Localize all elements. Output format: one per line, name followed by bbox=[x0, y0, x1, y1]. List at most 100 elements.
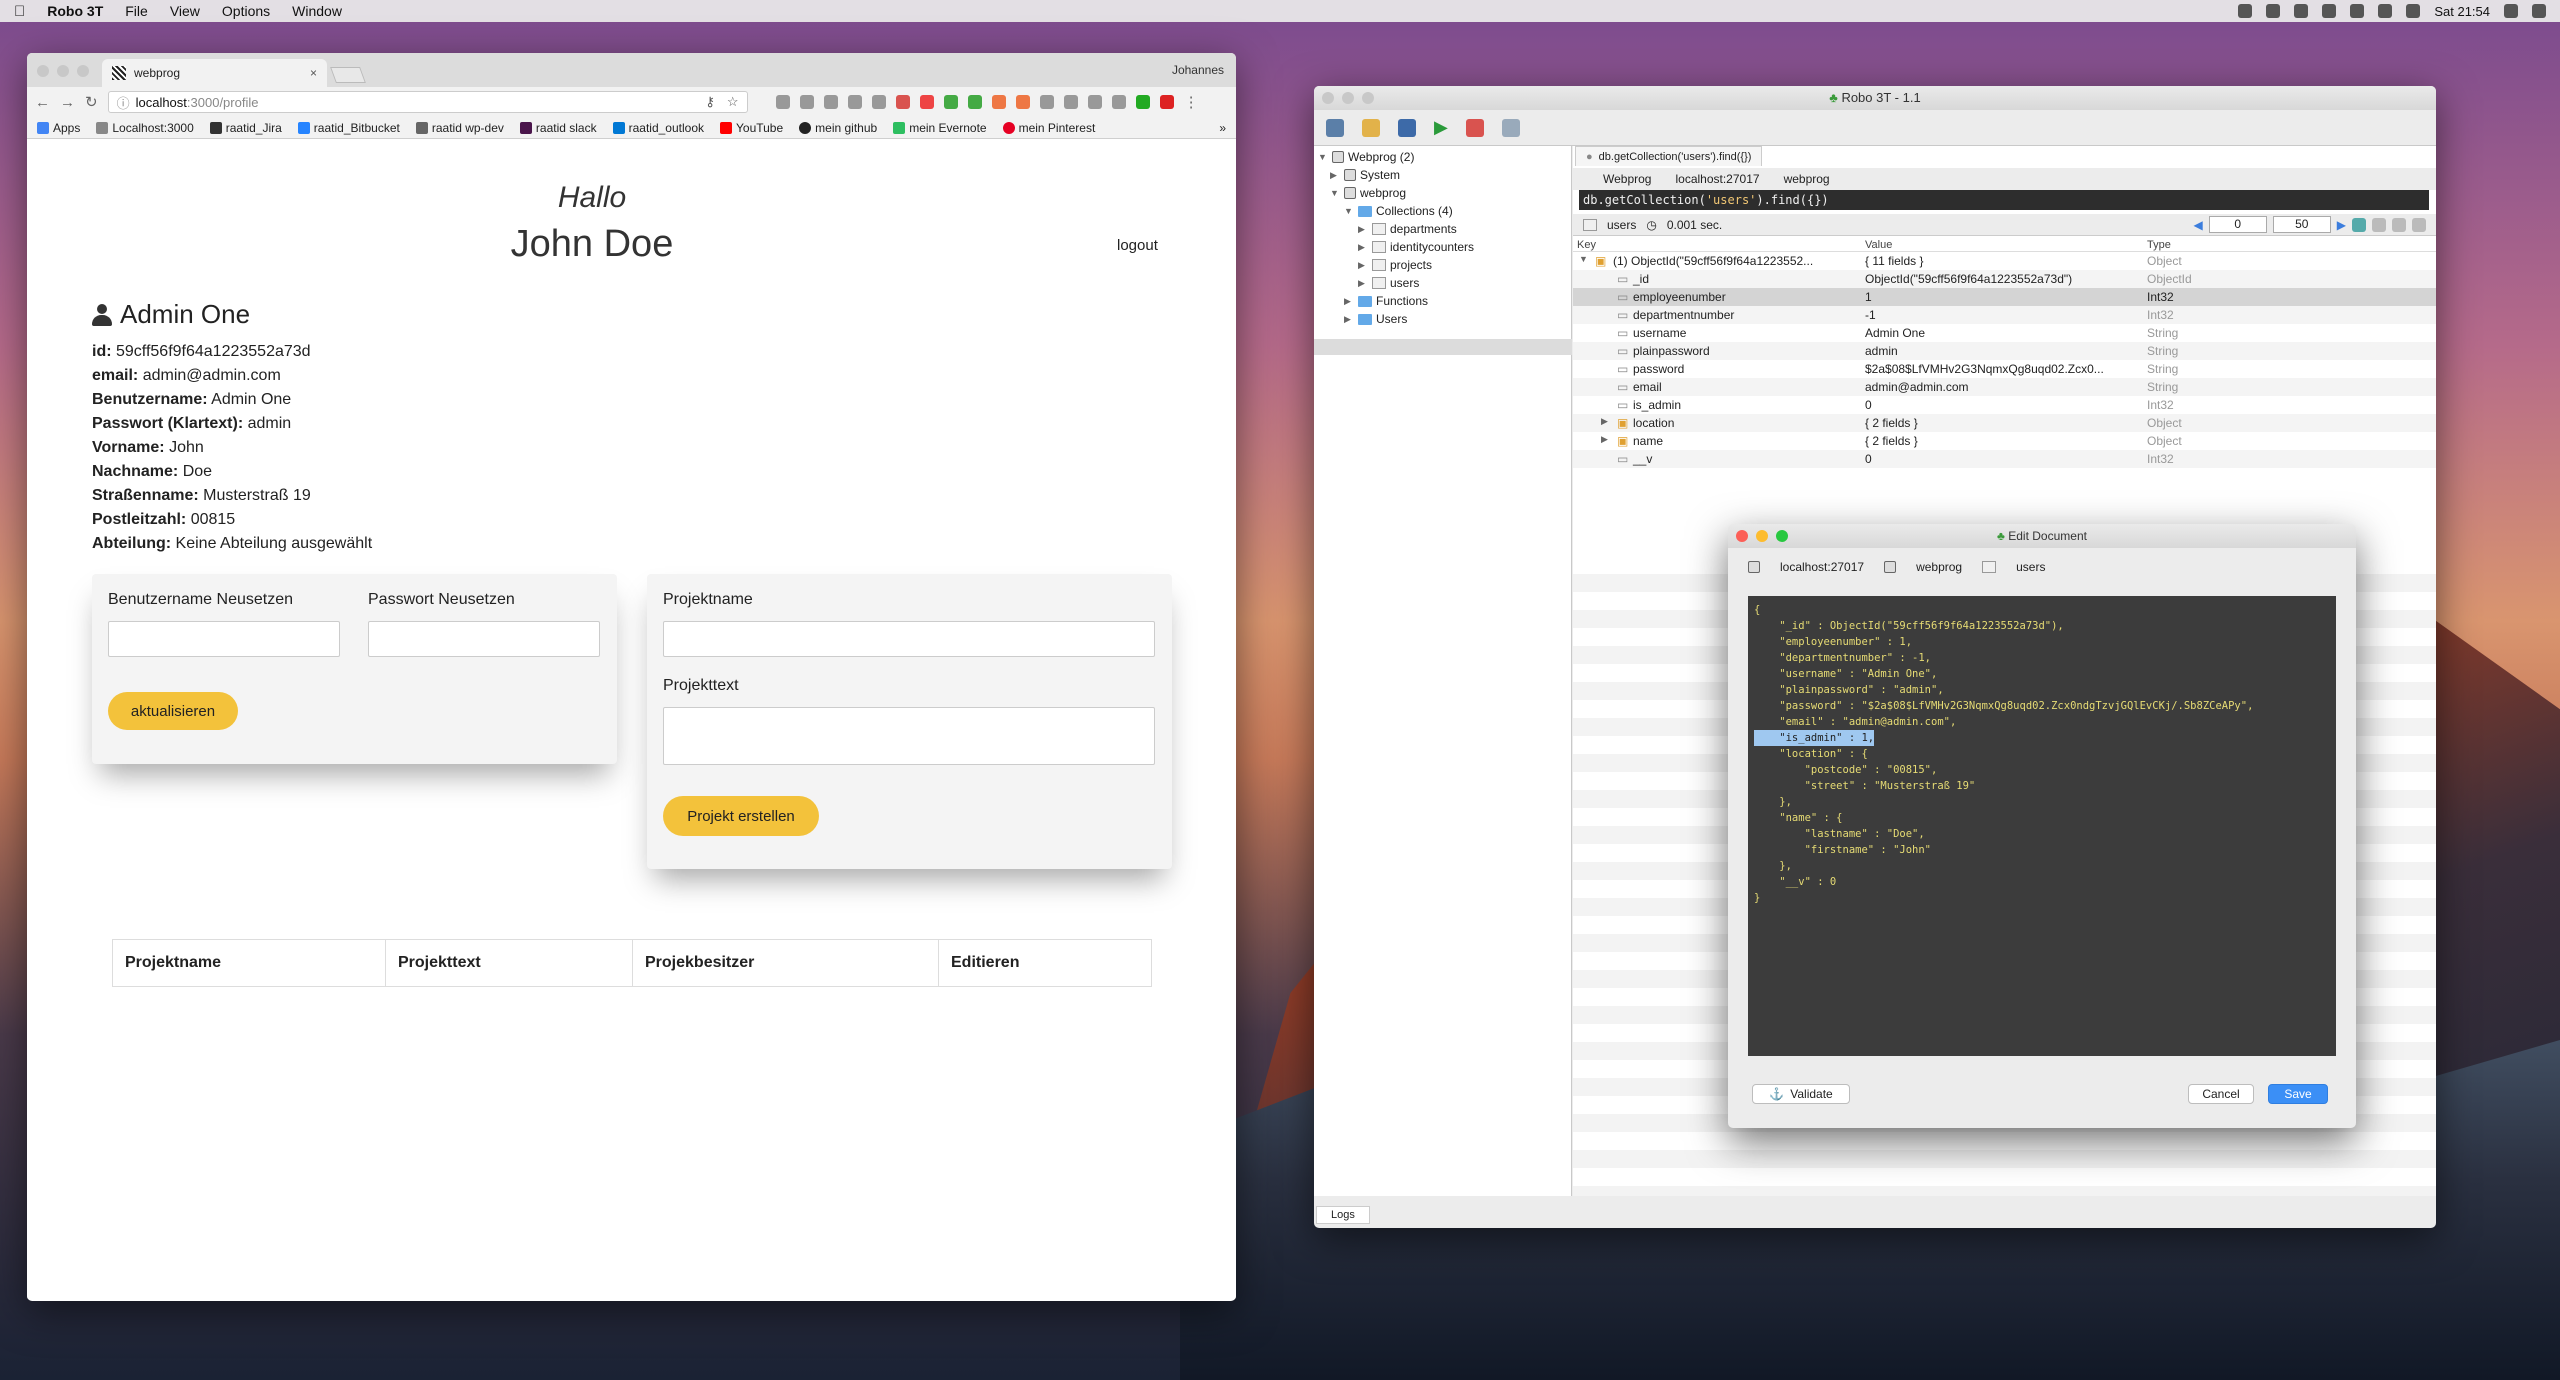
tray-cloud-icon[interactable] bbox=[2322, 4, 2337, 18]
expand-arrow-icon[interactable]: ▶ bbox=[1344, 314, 1354, 325]
extension-icon[interactable] bbox=[799, 95, 814, 109]
tree-view-icon[interactable] bbox=[2352, 217, 2366, 232]
table-row[interactable]: ▭ employeenumber 1 Int32 bbox=[1573, 288, 2436, 306]
new-tab-button[interactable] bbox=[330, 67, 366, 83]
bookmark-youtube[interactable]: YouTube bbox=[720, 121, 783, 135]
tree-collection-departments[interactable]: ▶ departments bbox=[1358, 222, 1457, 236]
extension-icon[interactable] bbox=[895, 95, 910, 109]
execute-icon[interactable]: ▶ bbox=[1434, 117, 1448, 138]
tree-system[interactable]: ▶ System bbox=[1330, 168, 1400, 182]
extension-icon[interactable] bbox=[1135, 95, 1150, 109]
table-row[interactable]: ▶ ▣ location { 2 fields } Object bbox=[1573, 414, 2436, 432]
table-row[interactable]: ▭ password $2a$08$LfVMHv2G3NqmxQg8uqd02.Zc… bbox=[1573, 360, 2436, 378]
extension-icon[interactable] bbox=[919, 95, 934, 109]
expand-arrow-icon[interactable]: ▶ bbox=[1601, 416, 1608, 427]
table-row[interactable]: ▭ departmentnumber -1 Int32 bbox=[1573, 306, 2436, 324]
extension-icon[interactable] bbox=[967, 95, 982, 109]
query-editor[interactable]: db.getCollection('users').find({}) bbox=[1579, 190, 2429, 210]
forward-arrow-icon[interactable]: → bbox=[60, 94, 75, 111]
extension-icon[interactable] bbox=[1063, 95, 1078, 109]
next-page-icon[interactable]: ▶ bbox=[2337, 218, 2346, 232]
refresh-icon[interactable] bbox=[1501, 118, 1520, 137]
extension-icon[interactable] bbox=[871, 95, 886, 109]
minimize-window-button[interactable] bbox=[1342, 92, 1354, 104]
tree-collection-projects[interactable]: ▶ projects bbox=[1358, 258, 1432, 272]
save-icon[interactable] bbox=[1398, 118, 1416, 137]
apple-icon[interactable]:  bbox=[14, 3, 25, 20]
tray-wifi-icon[interactable] bbox=[2378, 4, 2393, 18]
expand-arrow-icon[interactable]: ▶ bbox=[1358, 224, 1368, 235]
minimize-window-button[interactable] bbox=[57, 65, 69, 77]
expand-arrow-icon[interactable]: ▶ bbox=[1601, 434, 1608, 445]
table-row[interactable]: ▭ username Admin One String bbox=[1573, 324, 2436, 342]
close-window-button[interactable] bbox=[37, 65, 49, 77]
tree-collections[interactable]: ▼ Collections (4) bbox=[1344, 204, 1453, 218]
extension-icon[interactable] bbox=[1111, 95, 1126, 109]
menu-options[interactable]: Options bbox=[222, 3, 270, 19]
menu-app-name[interactable]: Robo 3T bbox=[47, 3, 103, 19]
connect-icon[interactable] bbox=[1326, 118, 1344, 137]
close-window-button[interactable] bbox=[1736, 530, 1748, 542]
tray-volume-icon[interactable] bbox=[2406, 4, 2421, 18]
page-info-icon[interactable]: ⓘ bbox=[117, 93, 130, 112]
close-window-button[interactable] bbox=[1322, 92, 1334, 104]
extension-icon[interactable] bbox=[847, 95, 862, 109]
query-tab[interactable]: ● db.getCollection('users').find({}) bbox=[1575, 146, 1763, 166]
expand-arrow-icon[interactable]: ▶ bbox=[1358, 260, 1368, 271]
bookmark-localhost[interactable]: Localhost:3000 bbox=[96, 121, 194, 135]
back-arrow-icon[interactable]: ← bbox=[35, 94, 50, 111]
expand-arrow-icon[interactable]: ▶ bbox=[1344, 296, 1354, 307]
minimize-window-button[interactable] bbox=[1756, 530, 1768, 542]
bookmark-bitbucket[interactable]: raatid_Bitbucket bbox=[297, 121, 400, 135]
key-icon[interactable]: ⚷ bbox=[705, 94, 715, 110]
bookmark-evernote[interactable]: mein Evernote bbox=[893, 121, 987, 135]
tray-check-icon[interactable] bbox=[2238, 4, 2253, 18]
bookmarks-overflow-icon[interactable]: » bbox=[1219, 121, 1226, 135]
custom-view-icon[interactable] bbox=[2412, 217, 2426, 232]
update-button[interactable]: aktualisieren bbox=[108, 692, 238, 730]
menu-window[interactable]: Window bbox=[292, 3, 342, 19]
validate-button[interactable]: ⚓ Validate bbox=[1752, 1084, 1850, 1104]
menu-view[interactable]: View bbox=[170, 3, 200, 19]
prev-page-icon[interactable]: ◀ bbox=[2194, 218, 2203, 232]
project-name-input[interactable] bbox=[663, 621, 1155, 657]
bookmark-jira[interactable]: raatid_Jira bbox=[209, 121, 282, 135]
tree-collection-identitycounters[interactable]: ▶ identitycounters bbox=[1358, 240, 1474, 254]
table-row[interactable]: ▭ __v 0 Int32 bbox=[1573, 450, 2436, 468]
page-skip-input[interactable]: 0 bbox=[2208, 216, 2267, 233]
collapse-arrow-icon[interactable]: ▼ bbox=[1579, 254, 1588, 264]
table-row[interactable]: ▶ ▣ name { 2 fields } Object bbox=[1573, 432, 2436, 450]
project-text-textarea[interactable] bbox=[663, 707, 1155, 765]
extension-icon[interactable] bbox=[943, 95, 958, 109]
zoom-window-button[interactable] bbox=[1362, 92, 1374, 104]
extension-icon[interactable] bbox=[823, 95, 838, 109]
profile-user-name[interactable]: Johannes bbox=[1172, 63, 1224, 77]
extension-icon[interactable] bbox=[1087, 95, 1102, 109]
expand-arrow-icon[interactable]: ▶ bbox=[1330, 170, 1340, 181]
bookmark-pinterest[interactable]: mein Pinterest bbox=[1002, 121, 1095, 135]
cancel-button[interactable]: Cancel bbox=[2188, 1084, 2254, 1104]
extension-icon[interactable] bbox=[1015, 95, 1030, 109]
tab-close-icon[interactable]: ● bbox=[1586, 151, 1593, 163]
bookmark-apps[interactable]: Apps bbox=[37, 121, 80, 135]
extension-icon[interactable] bbox=[775, 95, 790, 109]
menu-clock[interactable]: Sat 21:54 bbox=[2434, 4, 2490, 19]
bookmark-github[interactable]: mein github bbox=[799, 121, 877, 135]
bookmark-outlook[interactable]: raatid_outlook bbox=[612, 121, 704, 135]
save-button[interactable]: Save bbox=[2268, 1084, 2328, 1104]
document-json-editor[interactable]: { "_id" : ObjectId("59cff56f9f64a1223552… bbox=[1748, 596, 2336, 1056]
open-folder-icon[interactable] bbox=[1362, 118, 1380, 137]
username-reset-input[interactable] bbox=[108, 621, 340, 657]
menu-file[interactable]: File bbox=[125, 3, 148, 19]
table-row[interactable]: ▼ ▣ (1) ObjectId("59cff56f9f64a1223552... {… bbox=[1573, 252, 2436, 270]
browser-tab[interactable]: webprog × bbox=[102, 59, 327, 87]
table-row[interactable]: ▭ is_admin 0 Int32 bbox=[1573, 396, 2436, 414]
extension-icon[interactable] bbox=[1039, 95, 1054, 109]
tree-database[interactable]: ▼ webprog bbox=[1330, 186, 1406, 200]
zoom-window-button[interactable] bbox=[1776, 530, 1788, 542]
address-bar[interactable]: ⓘ localhost :3000/profile ⚷ ☆ bbox=[107, 91, 748, 113]
close-tab-icon[interactable]: × bbox=[310, 66, 317, 80]
collapse-arrow-icon[interactable]: ▼ bbox=[1318, 152, 1328, 162]
collapse-arrow-icon[interactable]: ▼ bbox=[1344, 206, 1354, 216]
notification-center-icon[interactable] bbox=[2532, 4, 2546, 18]
